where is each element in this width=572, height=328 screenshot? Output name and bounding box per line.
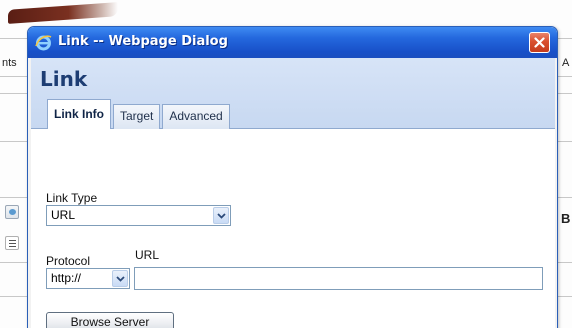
dialog-client-area: Link Link Info Target Advanced Link Type… bbox=[31, 58, 555, 328]
background-list-icon bbox=[5, 236, 19, 250]
tab-advanced[interactable]: Advanced bbox=[162, 104, 230, 129]
tab-bar: Link Info Target Advanced bbox=[47, 99, 232, 130]
tab-target[interactable]: Target bbox=[113, 104, 161, 129]
url-input[interactable] bbox=[134, 267, 543, 290]
protocol-label: Protocol bbox=[46, 254, 91, 268]
background-bold-char: B bbox=[561, 211, 571, 226]
dialog-titlebar[interactable]: Link -- Webpage Dialog bbox=[28, 27, 557, 58]
background-image-icon bbox=[5, 205, 19, 219]
dialog-header: Link Link Info Target Advanced bbox=[31, 58, 555, 130]
browse-server-button[interactable]: Browse Server bbox=[46, 312, 174, 328]
link-dialog: Link -- Webpage Dialog Link Link Info Ta… bbox=[27, 26, 558, 328]
url-label: URL bbox=[135, 248, 160, 262]
ie-icon bbox=[35, 34, 52, 51]
chevron-down-icon[interactable] bbox=[213, 207, 229, 224]
dialog-window-title: Link -- Webpage Dialog bbox=[58, 34, 228, 49]
background-toolbar-text: nts bbox=[2, 57, 17, 69]
link-type-label: Link Type bbox=[46, 191, 98, 205]
chevron-down-icon[interactable] bbox=[112, 270, 128, 287]
close-button[interactable] bbox=[529, 32, 550, 53]
close-icon bbox=[534, 37, 545, 48]
link-type-select[interactable]: URL bbox=[46, 205, 231, 226]
link-info-panel: Link Type URL Protocol URL http:// Brows… bbox=[31, 130, 555, 328]
link-type-value: URL bbox=[51, 208, 76, 222]
protocol-select[interactable]: http:// bbox=[46, 268, 130, 289]
tab-link-info[interactable]: Link Info bbox=[47, 99, 111, 130]
dialog-heading: Link bbox=[40, 67, 88, 91]
background-toolbar-text: A bbox=[562, 57, 570, 69]
background-banner-art bbox=[8, 2, 118, 24]
protocol-value: http:// bbox=[51, 271, 82, 285]
